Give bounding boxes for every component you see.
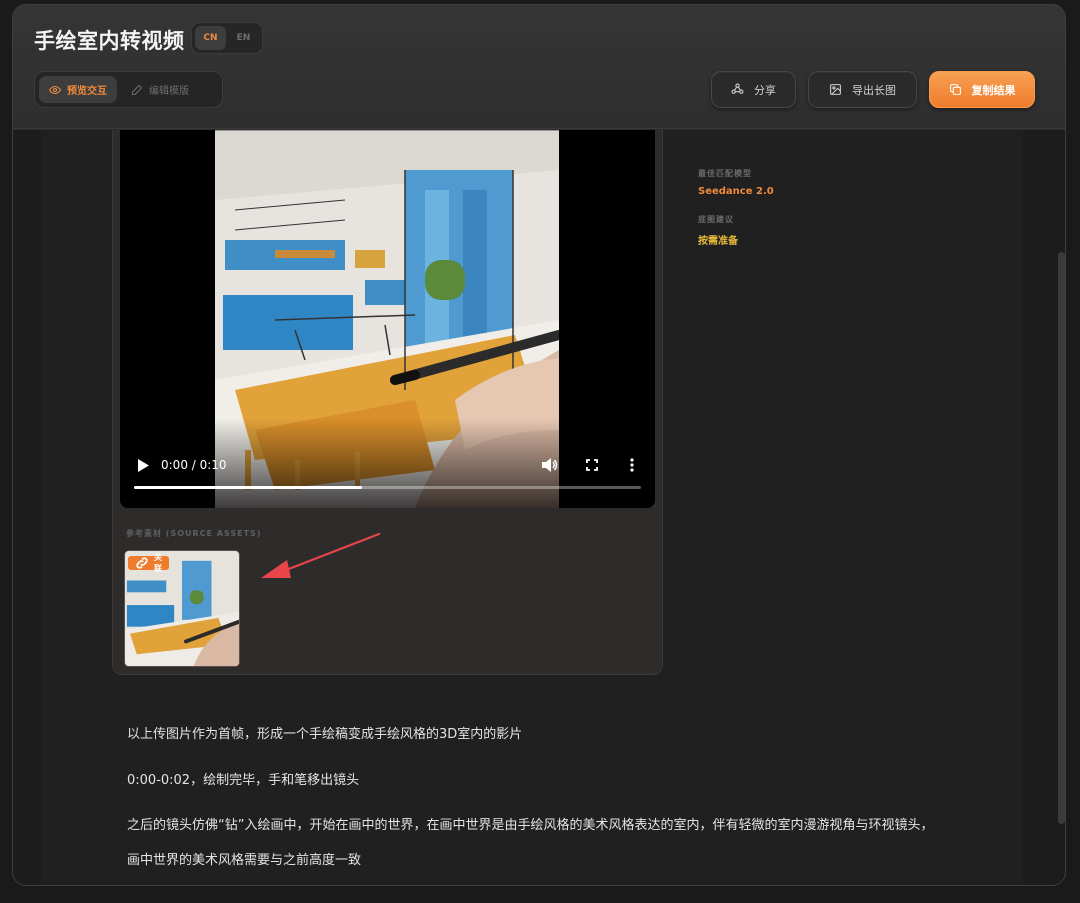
copy-result-button[interactable]: 复制结果 xyxy=(929,71,1035,108)
page-title: 手绘室内转视频 xyxy=(34,29,185,53)
prompt-line: 以上传图片作为首帧，形成一个手绘稿变成手绘风格的3D室内的影片 xyxy=(127,727,523,742)
source-asset-thumbnail[interactable]: 关联 xyxy=(124,550,240,667)
prompt-line: 画中世界的美术风格需要与之前高度一致 xyxy=(127,853,362,868)
edit-mode-button[interactable]: 编辑模版 xyxy=(121,76,199,103)
preview-mode-button[interactable]: 预览交互 xyxy=(39,76,117,103)
fullscreen-icon[interactable] xyxy=(586,459,598,471)
lang-en-button[interactable]: EN xyxy=(228,26,259,50)
result-panel: 0:00 / 0:10 参考素材 (SOURCE ASSETS) 关联 最佳匹配… xyxy=(41,130,1023,885)
video-progress-slider[interactable] xyxy=(134,486,641,489)
video-player[interactable]: 0:00 / 0:10 xyxy=(120,130,655,508)
share-label: 分享 xyxy=(754,83,776,97)
source-assets-label: 参考素材 (SOURCE ASSETS) xyxy=(126,529,262,538)
volume-icon[interactable] xyxy=(542,458,558,472)
edit-mode-label: 编辑模版 xyxy=(149,86,189,97)
reference-suggestion-label: 底图建议 xyxy=(698,215,734,224)
best-model-block: 最佳匹配模型 Seedance 2.0 xyxy=(698,168,774,197)
export-label: 导出长图 xyxy=(852,83,896,97)
best-model-label: 最佳匹配模型 xyxy=(698,169,752,178)
prompt-line: 之后的镜头仿佛“钻”入绘画中，开始在画中的世界，在画中世界是由手绘风格的美术风格… xyxy=(127,818,934,833)
app-window: 手绘室内转视频 CN EN 预览交互 编辑模版 分享 导出长图 复制结果 0:0… xyxy=(12,4,1066,886)
prompt-line: 0:00-0:02，绘制完毕，手和笔移出镜头 xyxy=(127,773,360,788)
link-icon xyxy=(136,557,148,569)
best-model-value: Seedance 2.0 xyxy=(698,186,774,197)
header: 手绘室内转视频 CN EN 预览交互 编辑模版 分享 导出长图 复制结果 xyxy=(13,5,1065,129)
export-image-button[interactable]: 导出长图 xyxy=(808,71,917,108)
video-progress-fill xyxy=(134,486,363,489)
video-time: 0:00 / 0:10 xyxy=(161,458,227,472)
copy-icon xyxy=(949,84,961,95)
linked-badge: 关联 xyxy=(128,553,169,573)
preview-mode-label: 预览交互 xyxy=(67,86,107,97)
reference-suggestion-block: 底图建议 按需准备 xyxy=(698,214,738,247)
copy-label: 复制结果 xyxy=(971,83,1016,97)
eye-icon xyxy=(49,85,61,94)
content-area: 0:00 / 0:10 参考素材 (SOURCE ASSETS) 关联 最佳匹配… xyxy=(13,130,1065,885)
more-options-icon[interactable] xyxy=(630,458,634,472)
reference-suggestion-value: 按需准备 xyxy=(698,236,738,247)
share-button[interactable]: 分享 xyxy=(711,71,796,108)
linked-badge-label: 关联 xyxy=(154,553,162,573)
pencil-icon xyxy=(132,84,143,95)
annotation-arrow-icon xyxy=(261,532,381,578)
share-nodes-icon xyxy=(731,83,744,94)
image-icon xyxy=(830,84,841,95)
lang-cn-button[interactable]: CN xyxy=(195,26,226,50)
language-toggle: CN EN xyxy=(191,22,263,54)
play-icon[interactable] xyxy=(137,459,149,472)
scrollbar[interactable] xyxy=(1058,252,1065,824)
view-mode-toggle: 预览交互 编辑模版 xyxy=(34,71,223,108)
